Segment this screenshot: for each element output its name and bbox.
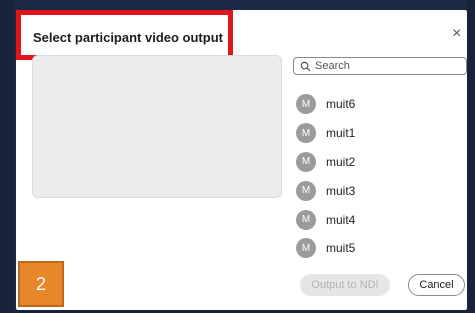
- search-field[interactable]: [293, 57, 467, 75]
- avatar: M: [296, 180, 316, 201]
- participant-name: muit5: [326, 241, 356, 256]
- avatar: M: [296, 151, 316, 172]
- participant-item[interactable]: M muit5: [296, 234, 456, 263]
- participant-list: M muit6 M muit1 M muit2 M muit3 M muit4 …: [296, 90, 456, 263]
- participant-item[interactable]: M muit6: [296, 90, 456, 119]
- search-icon: [300, 61, 311, 71]
- cancel-button[interactable]: Cancel: [408, 274, 465, 296]
- participant-name: muit6: [326, 97, 356, 112]
- avatar: M: [296, 238, 316, 259]
- output-to-ndi-button[interactable]: Output to NDI: [300, 274, 390, 296]
- participant-name: muit4: [326, 212, 356, 227]
- participant-item[interactable]: M muit1: [296, 119, 456, 148]
- video-preview: [32, 55, 282, 198]
- participant-item[interactable]: M muit2: [296, 148, 456, 177]
- participant-output-dialog: Select participant video output × M muit…: [16, 10, 467, 310]
- search-input[interactable]: [315, 60, 455, 72]
- participant-name: muit3: [326, 183, 356, 198]
- close-icon[interactable]: ×: [452, 26, 461, 42]
- step-number-badge: 2: [18, 261, 64, 307]
- participant-name: muit1: [326, 126, 356, 141]
- participant-name: muit2: [326, 154, 356, 169]
- avatar: M: [296, 209, 316, 230]
- participant-item[interactable]: M muit3: [296, 176, 456, 205]
- title-highlight-box: [16, 10, 233, 60]
- participant-item[interactable]: M muit4: [296, 205, 456, 234]
- avatar: M: [296, 123, 316, 144]
- avatar: M: [296, 94, 316, 115]
- window-frame-left: [0, 0, 14, 313]
- window-frame-right: [467, 0, 475, 313]
